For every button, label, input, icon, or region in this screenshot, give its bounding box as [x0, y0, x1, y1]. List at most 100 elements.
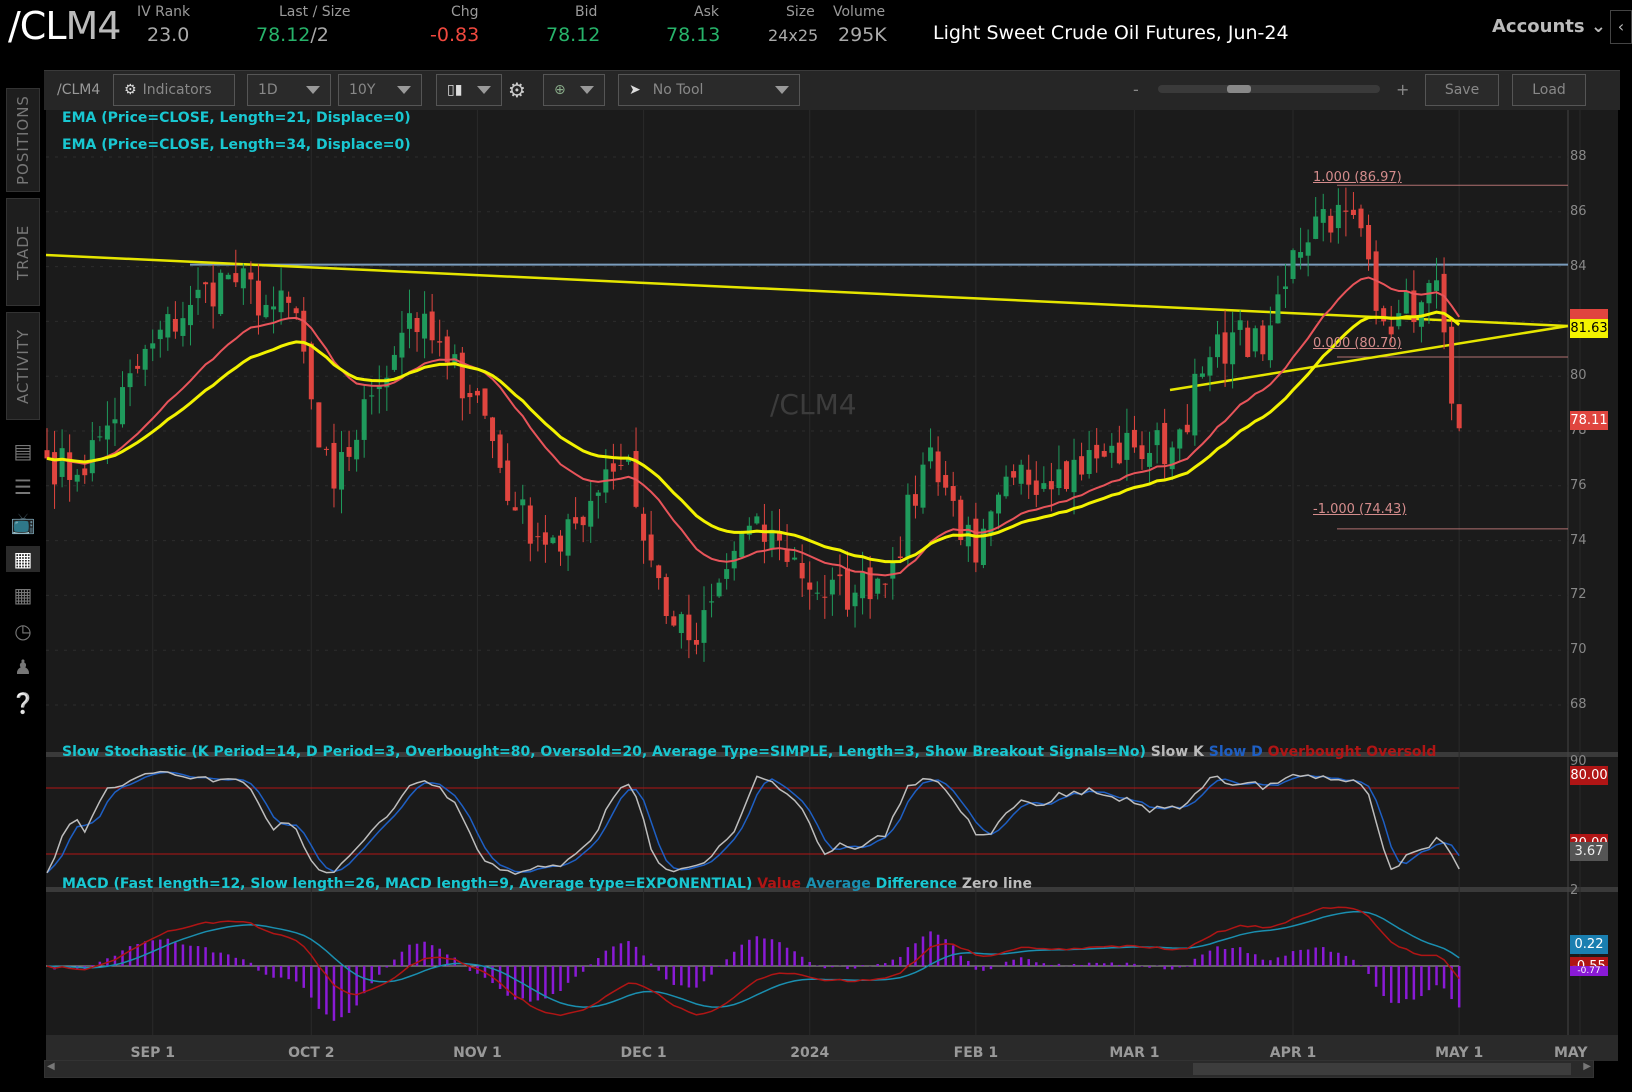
candle-down — [535, 536, 541, 538]
candle-down — [437, 341, 443, 343]
date-xtick: MAY 1 — [1435, 1045, 1484, 1061]
candle-up — [1147, 452, 1153, 467]
price-ytick: 80 — [1570, 368, 1587, 384]
candle-down — [1101, 450, 1107, 457]
stoch-panel-bg — [46, 757, 1618, 887]
price-ytick: 84 — [1570, 258, 1587, 274]
stoch-legend: Slow Stochastic (K Period=14, D Period=3… — [62, 744, 1437, 760]
candle-up — [1215, 334, 1221, 358]
candle-down — [67, 452, 73, 480]
candle-down — [573, 517, 579, 524]
candle-up — [1298, 252, 1304, 258]
candle-up — [739, 532, 745, 558]
legend-slow-k: Slow K — [1150, 744, 1204, 760]
candle-down — [135, 365, 141, 369]
date-xtick: NOV 1 — [453, 1045, 502, 1061]
legend-value: Value — [757, 876, 802, 892]
candle-down — [346, 447, 352, 457]
slow-k-badge: 3.67 — [1570, 842, 1608, 861]
candle-up — [550, 537, 556, 544]
fib-label-top: 1.000 (86.97) — [1313, 170, 1402, 185]
candle-down — [1245, 327, 1251, 357]
candle-down — [935, 451, 941, 483]
candle-down — [52, 452, 58, 485]
candle-down — [82, 468, 88, 476]
candle-up — [890, 562, 896, 579]
candle-down — [950, 486, 956, 501]
candle-up — [339, 452, 345, 490]
candle-down — [323, 448, 329, 450]
candle-up — [406, 313, 412, 329]
candle-down — [331, 442, 337, 489]
candle-up — [225, 274, 231, 280]
candle-up — [1109, 445, 1115, 453]
ema21-legend: EMA (Price=CLOSE, Length=21, Displace=0) — [62, 110, 411, 126]
candle-up — [1003, 476, 1009, 497]
scrollbar-thumb[interactable] — [1193, 1063, 1571, 1075]
candle-down — [1350, 209, 1356, 216]
candle-down — [497, 434, 503, 468]
candle-down — [663, 577, 669, 617]
candle-up — [1071, 459, 1077, 493]
candle-up — [1086, 450, 1092, 474]
candle-up — [1207, 357, 1213, 376]
candle-down — [1441, 273, 1447, 333]
candle-up — [588, 500, 594, 527]
candle-down — [671, 616, 677, 626]
price-ytick: 68 — [1570, 697, 1587, 712]
candle-down — [44, 450, 50, 459]
candle-down — [474, 390, 480, 396]
price-ytick: 86 — [1570, 203, 1587, 219]
candle-down — [912, 494, 918, 506]
candle-up — [187, 304, 193, 326]
date-xtick: 2024 — [790, 1045, 830, 1061]
price-chart[interactable] — [0, 0, 1632, 1092]
candle-up — [678, 614, 684, 634]
candle-up — [1237, 320, 1243, 330]
candle-up — [565, 519, 571, 556]
candle-up — [263, 304, 269, 318]
legend-overbought: Overbought — [1267, 744, 1362, 760]
candle-down — [248, 272, 254, 280]
scroll-left-arrow[interactable]: ◀ — [47, 1061, 55, 1072]
candle-up — [852, 592, 858, 607]
candle-up — [724, 569, 730, 579]
candle-down — [1358, 208, 1364, 229]
candle-down — [233, 273, 239, 283]
candle-up — [399, 332, 405, 358]
horizontal-scrollbar[interactable]: ◀ ▶ — [44, 1060, 1594, 1078]
candle-up — [391, 354, 397, 370]
scroll-right-arrow[interactable]: ▶ — [1583, 1061, 1591, 1072]
candle-up — [1267, 325, 1273, 361]
candle-down — [558, 535, 564, 552]
candle-down — [1079, 456, 1085, 475]
candle-down — [656, 565, 662, 579]
candle-up — [709, 601, 715, 603]
date-xtick: DEC 1 — [620, 1045, 667, 1061]
candle-up — [150, 343, 156, 349]
candle-up — [754, 516, 760, 524]
legend-slow-d: Slow D — [1208, 744, 1263, 760]
legend-oversold: Oversold — [1366, 744, 1437, 760]
candle-up — [1275, 294, 1281, 324]
candle-down — [467, 392, 473, 398]
candle-down — [1184, 424, 1190, 433]
candle-up — [180, 318, 186, 336]
macd-legend: MACD (Fast length=12, Slow length=26, MA… — [62, 876, 1033, 892]
candle-down — [1388, 326, 1394, 335]
candle-up — [996, 494, 1002, 514]
price-ytick: 72 — [1570, 587, 1587, 603]
candle-up — [1403, 291, 1409, 314]
chart-watermark: /CLM4 — [770, 388, 857, 421]
candle-down — [822, 596, 828, 598]
candle-up — [1320, 209, 1326, 223]
candle-up — [1335, 204, 1341, 229]
candle-up — [1192, 373, 1198, 436]
candle-up — [104, 425, 110, 440]
candle-down — [308, 343, 314, 400]
candle-down — [490, 417, 496, 442]
candle-down — [1366, 225, 1372, 260]
date-xtick: FEB 1 — [953, 1045, 999, 1061]
candle-down — [693, 639, 699, 645]
legend-average: Average — [805, 876, 871, 892]
